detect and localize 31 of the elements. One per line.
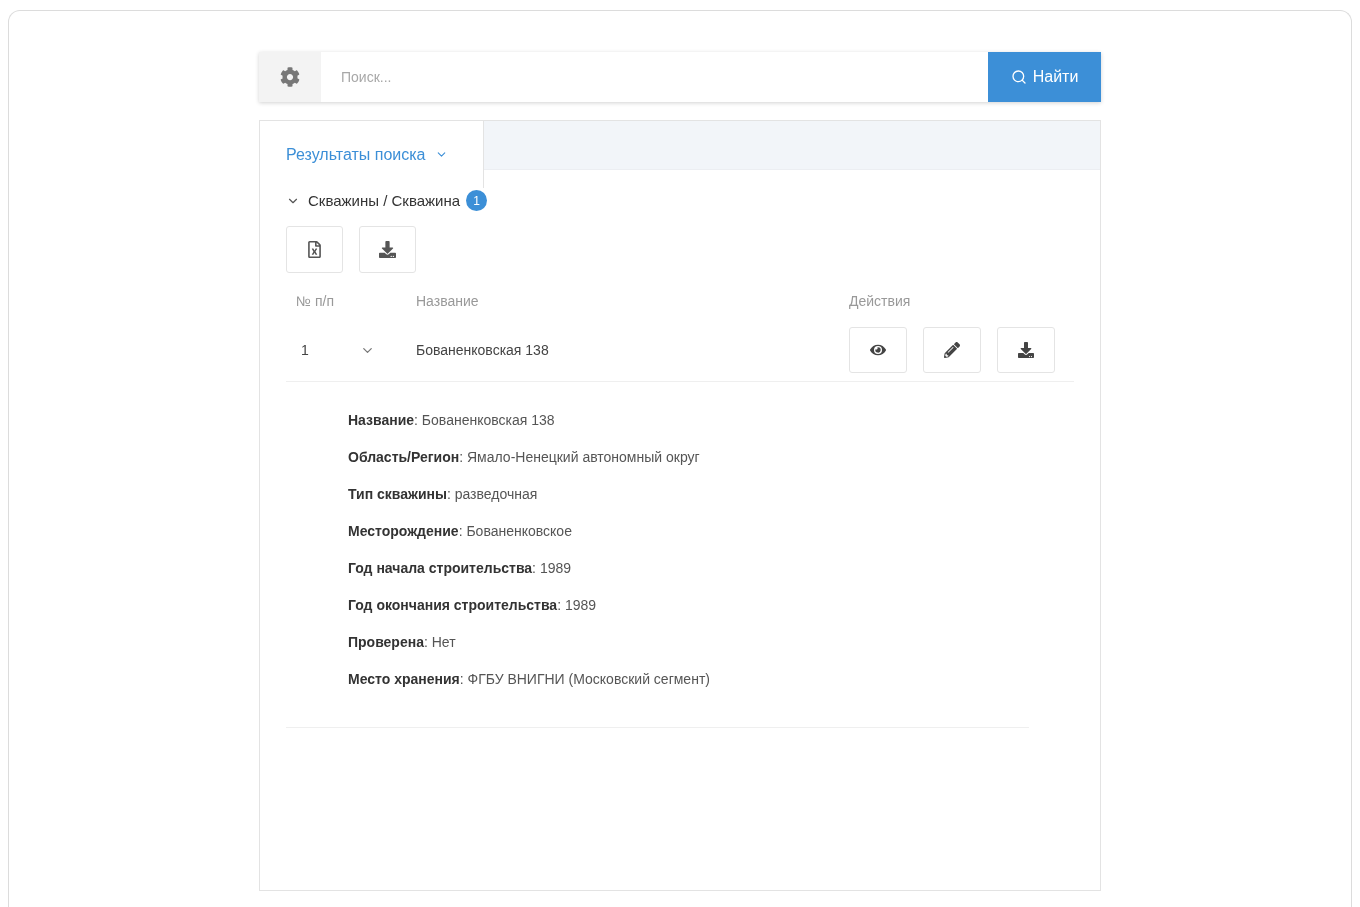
column-header: № п/п bbox=[295, 292, 335, 311]
column-header: Название bbox=[415, 292, 480, 311]
eye-icon bbox=[870, 342, 886, 358]
section-title: Скважины / Скважина bbox=[308, 192, 461, 209]
results-tab[interactable]: Результаты поиска bbox=[260, 121, 485, 188]
edit-button[interactable] bbox=[923, 327, 981, 373]
download-button[interactable] bbox=[997, 327, 1055, 373]
count-badge: 1 bbox=[466, 190, 488, 211]
column-header: Действия bbox=[849, 292, 912, 311]
excel-file-icon bbox=[306, 241, 323, 258]
table-cell: 1 bbox=[286, 319, 348, 382]
detail-line: Месторождение: Бованенковское bbox=[348, 523, 573, 539]
settings-button[interactable] bbox=[259, 52, 321, 102]
excel-export-button[interactable] bbox=[286, 226, 343, 273]
view-button[interactable] bbox=[849, 327, 907, 373]
detail-line: Место хранения: ФГБУ ВНИГНИ (Московский сегмент) bbox=[348, 671, 711, 687]
detail-line: Тип скважины: разведочная bbox=[348, 486, 539, 502]
detail-line: Проверена: Нет bbox=[348, 634, 457, 650]
table-cell: Бованенковская 138 bbox=[406, 319, 849, 382]
search-field[interactable]: Поиск... bbox=[321, 52, 988, 102]
search-icon bbox=[1010, 69, 1027, 85]
detail-line: Область/Регион: Ямало-Ненецкий автономный округ bbox=[348, 449, 701, 465]
detail-line: Год окончания строительства: 1989 bbox=[348, 597, 598, 613]
pencil-icon bbox=[944, 342, 960, 358]
detail-line: Год начала строительства: 1989 bbox=[348, 560, 573, 576]
download-icon bbox=[1018, 342, 1034, 358]
download-button[interactable] bbox=[359, 226, 416, 273]
settings-icon bbox=[280, 67, 300, 87]
search-button[interactable]: Найти bbox=[988, 52, 1101, 102]
download-icon bbox=[379, 241, 396, 258]
detail-line: Название: Бованенковская 138 bbox=[348, 412, 556, 428]
